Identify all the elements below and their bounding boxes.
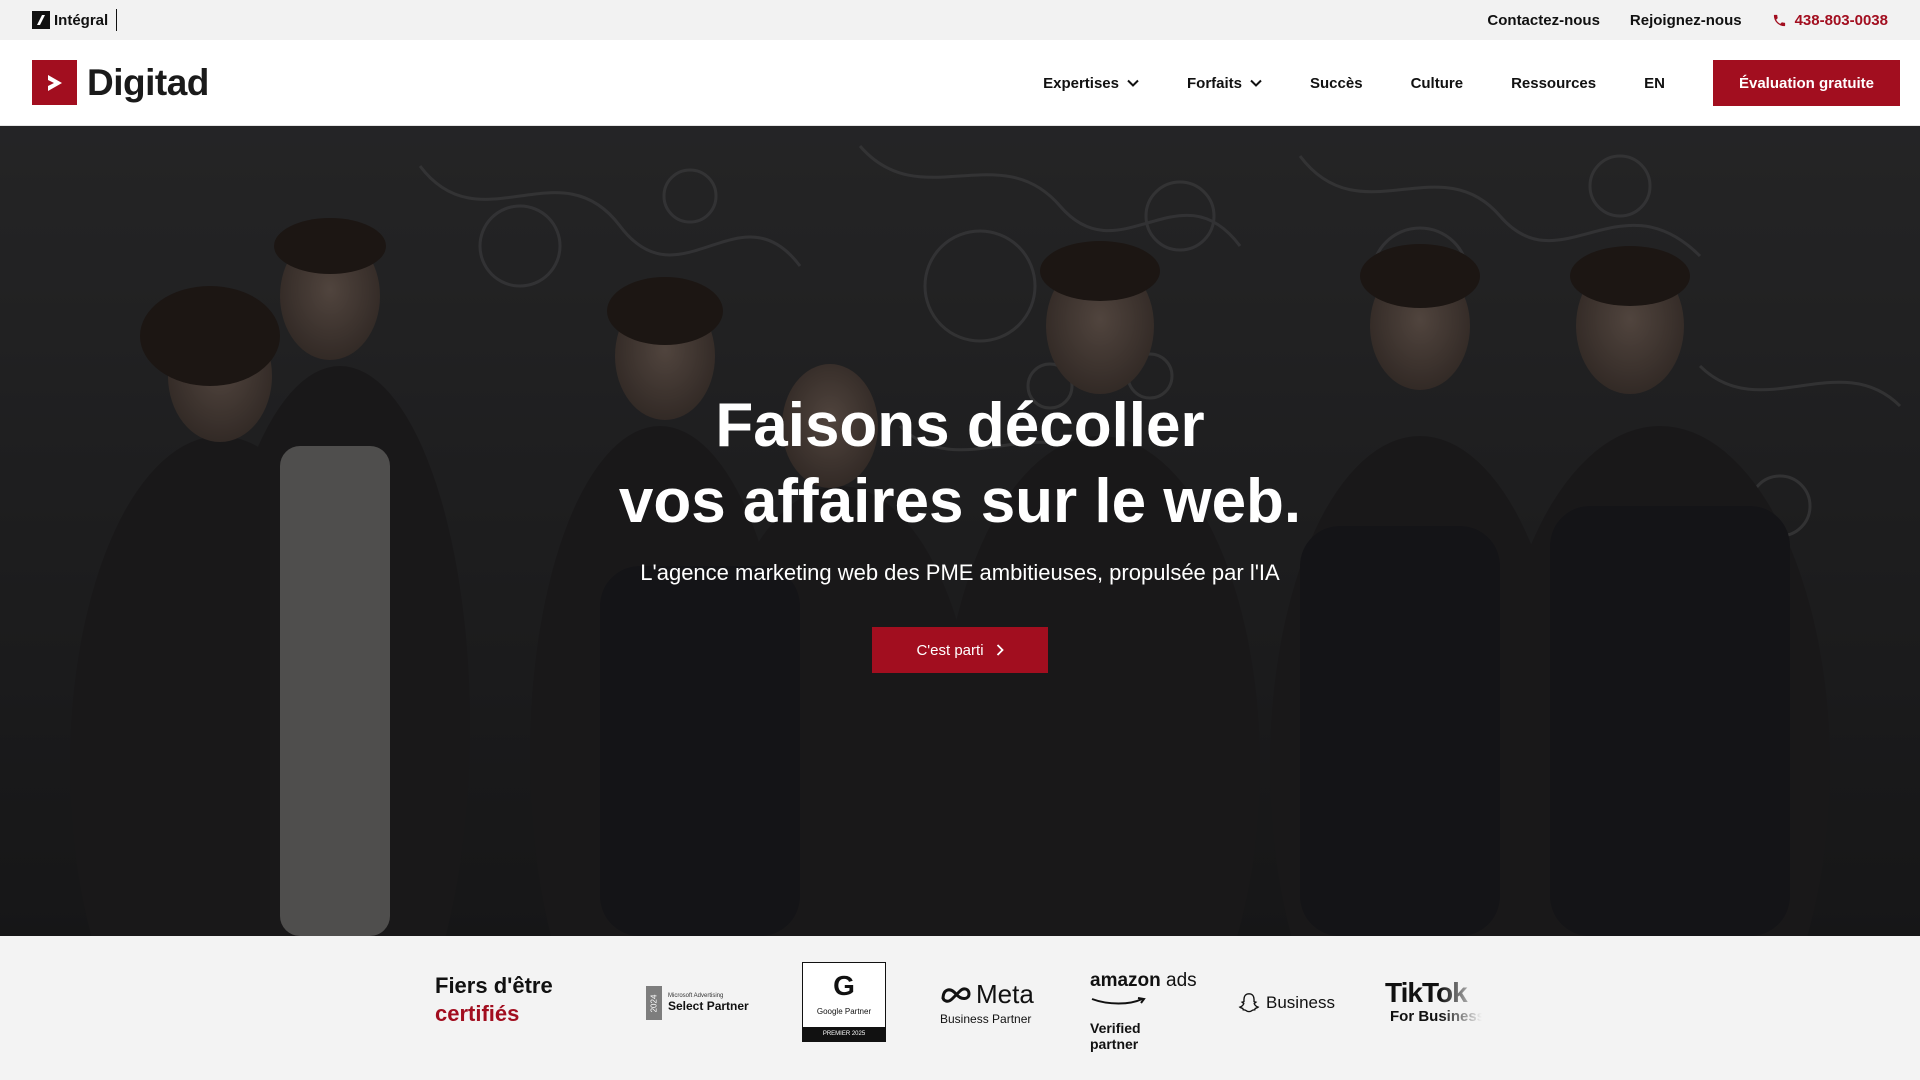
phone-number: 438-803-0038: [1794, 11, 1888, 29]
microsoft-year-stripe: 2024: [646, 986, 662, 1020]
meta-wordmark: Meta: [940, 980, 1034, 1008]
google-partner-badge: G Google Partner PREMIER 2025: [802, 962, 886, 1042]
phone-icon: [1773, 14, 1785, 26]
hero-headline-line-2: vos affaires sur le web.: [618, 467, 1302, 536]
careers-link[interactable]: Rejoignez-nous: [1630, 12, 1742, 29]
google-premier-label: PREMIER 2025: [803, 1027, 885, 1041]
meta-name: Meta: [976, 979, 1034, 1009]
chevron-down-icon: [1250, 79, 1262, 87]
integral-logo-icon: [32, 11, 50, 29]
hero-content: Faisons décoller vos affaires sur le web…: [0, 126, 1920, 936]
meta-infinity-icon: [941, 987, 971, 1003]
amazon-ads-label: ads: [1166, 970, 1197, 991]
nav-item-label: Succès: [1310, 74, 1363, 92]
hero-subtitle: L'agence marketing web des PME ambitieus…: [640, 560, 1280, 585]
meta-business-partner-label: Business Partner: [940, 1012, 1032, 1026]
digitad-logo[interactable]: Digitad: [32, 60, 209, 105]
nav-item-culture[interactable]: Culture: [1411, 75, 1464, 92]
hero-headline-line-1: Faisons décoller: [715, 391, 1205, 460]
microsoft-year: 2024: [649, 994, 659, 1012]
language-switch[interactable]: EN: [1644, 75, 1665, 92]
certifications-heading-line-2: certifiés: [435, 1001, 520, 1026]
integral-brand-name: Intégral: [54, 11, 109, 29]
nav-item-succes[interactable]: Succès: [1310, 75, 1363, 92]
get-started-button[interactable]: C'est parti: [872, 627, 1048, 673]
get-started-label: C'est parti: [916, 641, 984, 659]
amazon-verified-line-1: Verified: [1090, 1020, 1141, 1036]
carousel-fade-edge: [1440, 956, 1500, 1066]
certifications-strip: Fiers d'être certifiés 2024 Microsoft Ad…: [0, 936, 1920, 1080]
utility-links: Contactez-nous Rejoignez-nous 438-803-00…: [1487, 0, 1888, 40]
nav-item-label: Forfaits: [1187, 74, 1243, 92]
nav-item-label: Ressources: [1511, 74, 1597, 92]
primary-nav: Expertises Forfaits Succès Culture Resso…: [1043, 60, 1900, 106]
snapchat-business-badge: Business: [1238, 992, 1335, 1014]
nav-item-label: Culture: [1410, 74, 1464, 92]
google-partner-label: Google Partner: [816, 1007, 872, 1016]
certifications-heading-line-1: Fiers d'être: [435, 973, 553, 998]
amazon-ads-verified-badge: amazon ads Verified partner: [1090, 970, 1197, 1052]
hero-headline: Faisons décoller vos affaires sur le web…: [0, 388, 1920, 540]
digitad-logo-icon: [32, 60, 77, 105]
hero-section: Faisons décoller vos affaires sur le web…: [0, 126, 1920, 936]
microsoft-badge-text: Microsoft Advertising Select Partner: [668, 993, 749, 1013]
contact-link[interactable]: Contactez-nous: [1487, 12, 1600, 29]
nav-item-label: Expertises: [1043, 74, 1119, 92]
integral-brand-link[interactable]: Intégral: [32, 9, 118, 31]
utility-bar: Intégral Contactez-nous Rejoignez-nous 4…: [0, 0, 1920, 40]
amazon-name: amazon: [1090, 970, 1161, 991]
nav-item-label: EN: [1644, 74, 1665, 92]
free-evaluation-button[interactable]: Évaluation gratuite: [1712, 60, 1900, 106]
snapchat-business-label: Business: [1266, 993, 1335, 1012]
amazon-verified-label: Verified partner: [1090, 1020, 1197, 1052]
nav-item-expertises[interactable]: Expertises: [1043, 75, 1139, 92]
google-g-icon: G: [833, 970, 855, 1001]
brand-divider: [116, 9, 118, 31]
phone-link[interactable]: 438-803-0038: [1772, 12, 1888, 29]
amazon-smile-icon: [1091, 997, 1146, 1005]
nav-item-ressources[interactable]: Ressources: [1511, 75, 1596, 92]
microsoft-select-partner-label: Select Partner: [668, 999, 749, 1013]
chevron-right-icon: [996, 644, 1004, 656]
certifications-heading: Fiers d'être certifiés: [435, 972, 553, 1028]
snapchat-ghost-icon: [1238, 993, 1260, 1013]
chevron-down-icon: [1127, 79, 1139, 87]
nav-item-forfaits[interactable]: Forfaits: [1187, 75, 1262, 92]
amazon-verified-line-2: partner: [1090, 1036, 1139, 1052]
meta-business-partner-badge: Meta Business Partner: [940, 980, 1034, 1026]
microsoft-select-partner-badge: 2024 Microsoft Advertising Select Partne…: [646, 986, 749, 1020]
main-header: Digitad Expertises Forfaits Succès Cultu…: [0, 40, 1920, 126]
amazon-ads-wordmark: amazon ads: [1090, 970, 1197, 992]
logo-wordmark: Digitad: [87, 61, 209, 103]
